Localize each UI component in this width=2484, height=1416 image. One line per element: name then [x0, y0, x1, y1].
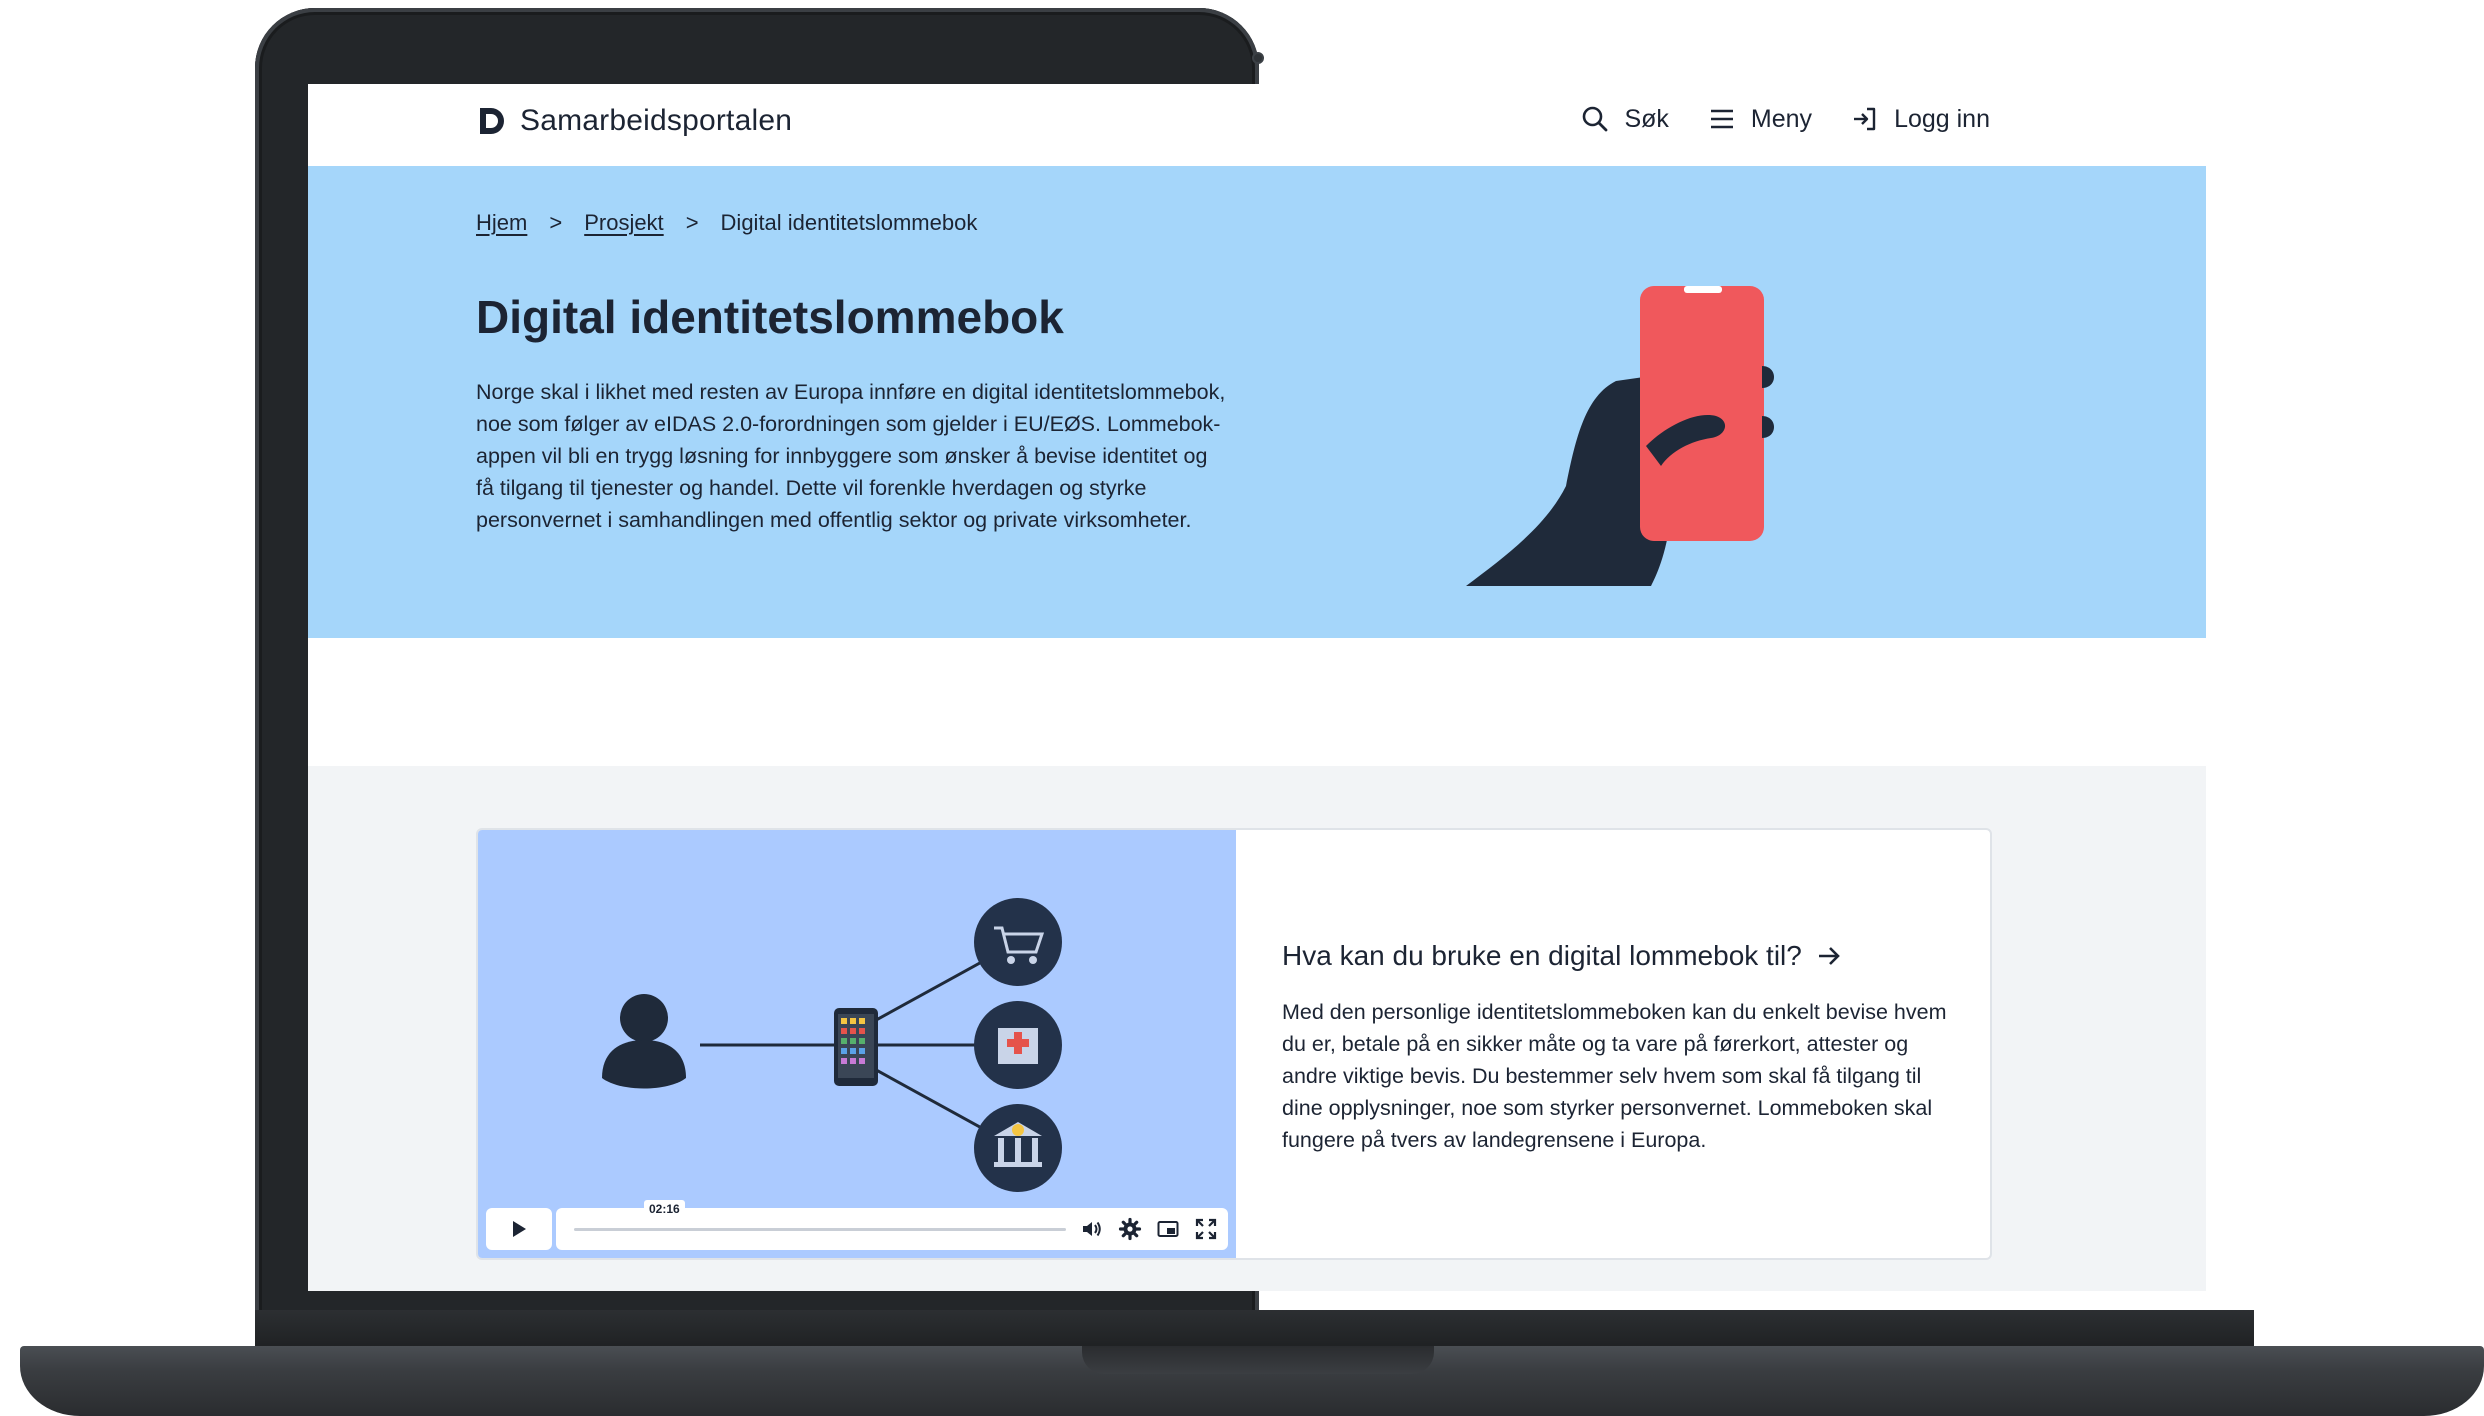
login-icon	[1854, 107, 1876, 131]
main-nav: Søk Meny Logg inn	[1580, 104, 1990, 134]
page-title: Digital identitetslommebok	[476, 291, 1064, 343]
hand-holding-phone-illustration	[1466, 286, 1774, 586]
section-spacer	[308, 638, 2206, 766]
breadcrumb-home-link[interactable]: Hjem	[476, 210, 527, 236]
card-title-link[interactable]: Hva kan du bruke en digital lommebok til…	[1282, 940, 1962, 972]
logo-icon	[480, 108, 504, 134]
chevron-right-icon: >	[549, 210, 563, 235]
search-button[interactable]: Søk	[1580, 104, 1669, 134]
content-section: 02:16 Hva kan du bruke en digital lommeb…	[308, 766, 2206, 1291]
menu-label: Meny	[1750, 104, 1813, 133]
laptop-notch	[1082, 1346, 1434, 1374]
laptop-screen: Samarbeidsportalen Søk Meny Logg inn Hje…	[308, 84, 2206, 1291]
card-content: Hva kan du bruke en digital lommebok til…	[1282, 940, 1962, 1156]
card-text: Med den personlige identitetslommeboken …	[1282, 1000, 1947, 1152]
volume-icon[interactable]	[1080, 1217, 1104, 1241]
play-button[interactable]	[486, 1208, 552, 1250]
smartphone-icon	[834, 1008, 878, 1086]
fullscreen-icon[interactable]	[1194, 1217, 1218, 1241]
video-thumbnail	[602, 898, 1062, 1192]
menu-icon	[1710, 109, 1733, 129]
breadcrumb: Hjem > Prosjekt > Digital identitetslomm…	[476, 210, 977, 236]
info-card: 02:16 Hva kan du bruke en digital lommeb…	[476, 828, 1992, 1260]
hospital-icon	[974, 1001, 1062, 1089]
breadcrumb-project-link[interactable]: Prosjekt	[584, 210, 663, 236]
breadcrumb-current: Digital identitetslommebok	[720, 210, 978, 235]
card-title: Hva kan du bruke en digital lommebok til…	[1282, 940, 1802, 971]
bank-icon	[974, 1104, 1062, 1192]
site-logo[interactable]: Samarbeidsportalen	[476, 104, 792, 138]
video-time: 02:16	[644, 1199, 685, 1218]
video-player[interactable]: 02:16	[478, 830, 1236, 1258]
menu-button[interactable]: Meny	[1707, 104, 1812, 134]
logo-text: Samarbeidsportalen	[520, 104, 793, 137]
play-icon	[513, 1221, 526, 1237]
hero-intro-text: Norge skal i likhet med resten av Europa…	[476, 380, 1226, 532]
picture-in-picture-icon[interactable]	[1156, 1217, 1180, 1241]
settings-gear-icon[interactable]	[1118, 1217, 1142, 1241]
phone-illustration	[1640, 286, 1764, 541]
login-button[interactable]: Logg inn	[1850, 104, 1990, 134]
laptop-hinge	[255, 1310, 2254, 1348]
site-header: Samarbeidsportalen Søk Meny Logg inn	[308, 84, 2206, 166]
chevron-right-icon: >	[685, 210, 699, 235]
arrow-right-icon	[1818, 947, 1840, 965]
search-icon	[1583, 106, 1608, 132]
shopping-cart-icon	[974, 898, 1062, 986]
camera-icon	[1252, 52, 1264, 64]
video-progress-bar[interactable]: 02:16	[574, 1199, 1066, 1231]
login-label: Logg inn	[1894, 104, 1990, 133]
video-controls: 02:16	[486, 1199, 1228, 1250]
search-label: Søk	[1624, 104, 1669, 133]
video-control-bar: 02:16	[556, 1199, 1228, 1250]
hero-section: Hjem > Prosjekt > Digital identitetslomm…	[308, 166, 2206, 638]
person-icon	[602, 994, 686, 1089]
